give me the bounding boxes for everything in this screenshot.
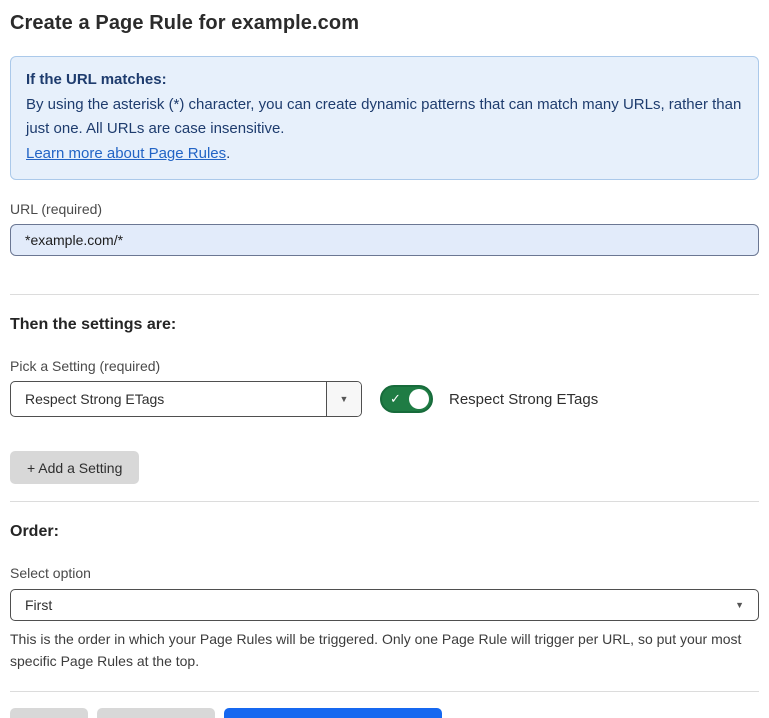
section-divider [10,691,759,692]
add-setting-button[interactable]: + Add a Setting [10,451,139,484]
setting-select[interactable]: Respect Strong ETags ▼ [10,381,362,417]
url-label: URL (required) [10,201,759,217]
etags-toggle[interactable]: ✓ [380,385,433,413]
learn-more-link[interactable]: Learn more about Page Rules [26,145,226,162]
save-deploy-button[interactable]: Save and Deploy Page Rule [224,708,442,718]
settings-heading: Then the settings are: [10,316,759,334]
section-divider [10,294,759,295]
url-match-info-box: If the URL matches: By using the asteris… [10,56,759,180]
setting-row: Respect Strong ETags ▼ ✓ Respect Strong … [10,381,759,417]
setting-select-value: Respect Strong ETags [11,382,326,416]
form-actions: Cancel Save as Draft Save and Deploy Pag… [10,708,759,718]
save-draft-button[interactable]: Save as Draft [97,708,216,718]
chevron-down-icon: ▼ [735,601,744,610]
page-title: Create a Page Rule for example.com [10,12,759,35]
info-box-body: By using the asterisk (*) character, you… [26,93,743,142]
url-input[interactable] [10,224,759,256]
order-help-text: This is the order in which your Page Rul… [10,628,759,672]
create-page-rule-form: Create a Page Rule for example.com If th… [0,0,769,718]
order-heading: Order: [10,523,759,541]
toggle-label: Respect Strong ETags [449,391,598,408]
cancel-button[interactable]: Cancel [10,708,88,718]
order-select[interactable]: First ▼ [10,589,759,621]
order-select-value: First [25,597,52,613]
info-box-heading: If the URL matches: [26,68,743,93]
order-select-label: Select option [10,565,759,581]
chevron-down-icon: ▼ [340,395,349,404]
link-suffix-period: . [226,145,230,162]
setting-select-caret-button[interactable]: ▼ [326,382,361,416]
section-divider [10,501,759,502]
info-box-link-line: Learn more about Page Rules. [26,142,743,167]
toggle-knob [409,389,429,409]
check-icon: ✓ [390,391,401,407]
pick-setting-label: Pick a Setting (required) [10,358,759,374]
